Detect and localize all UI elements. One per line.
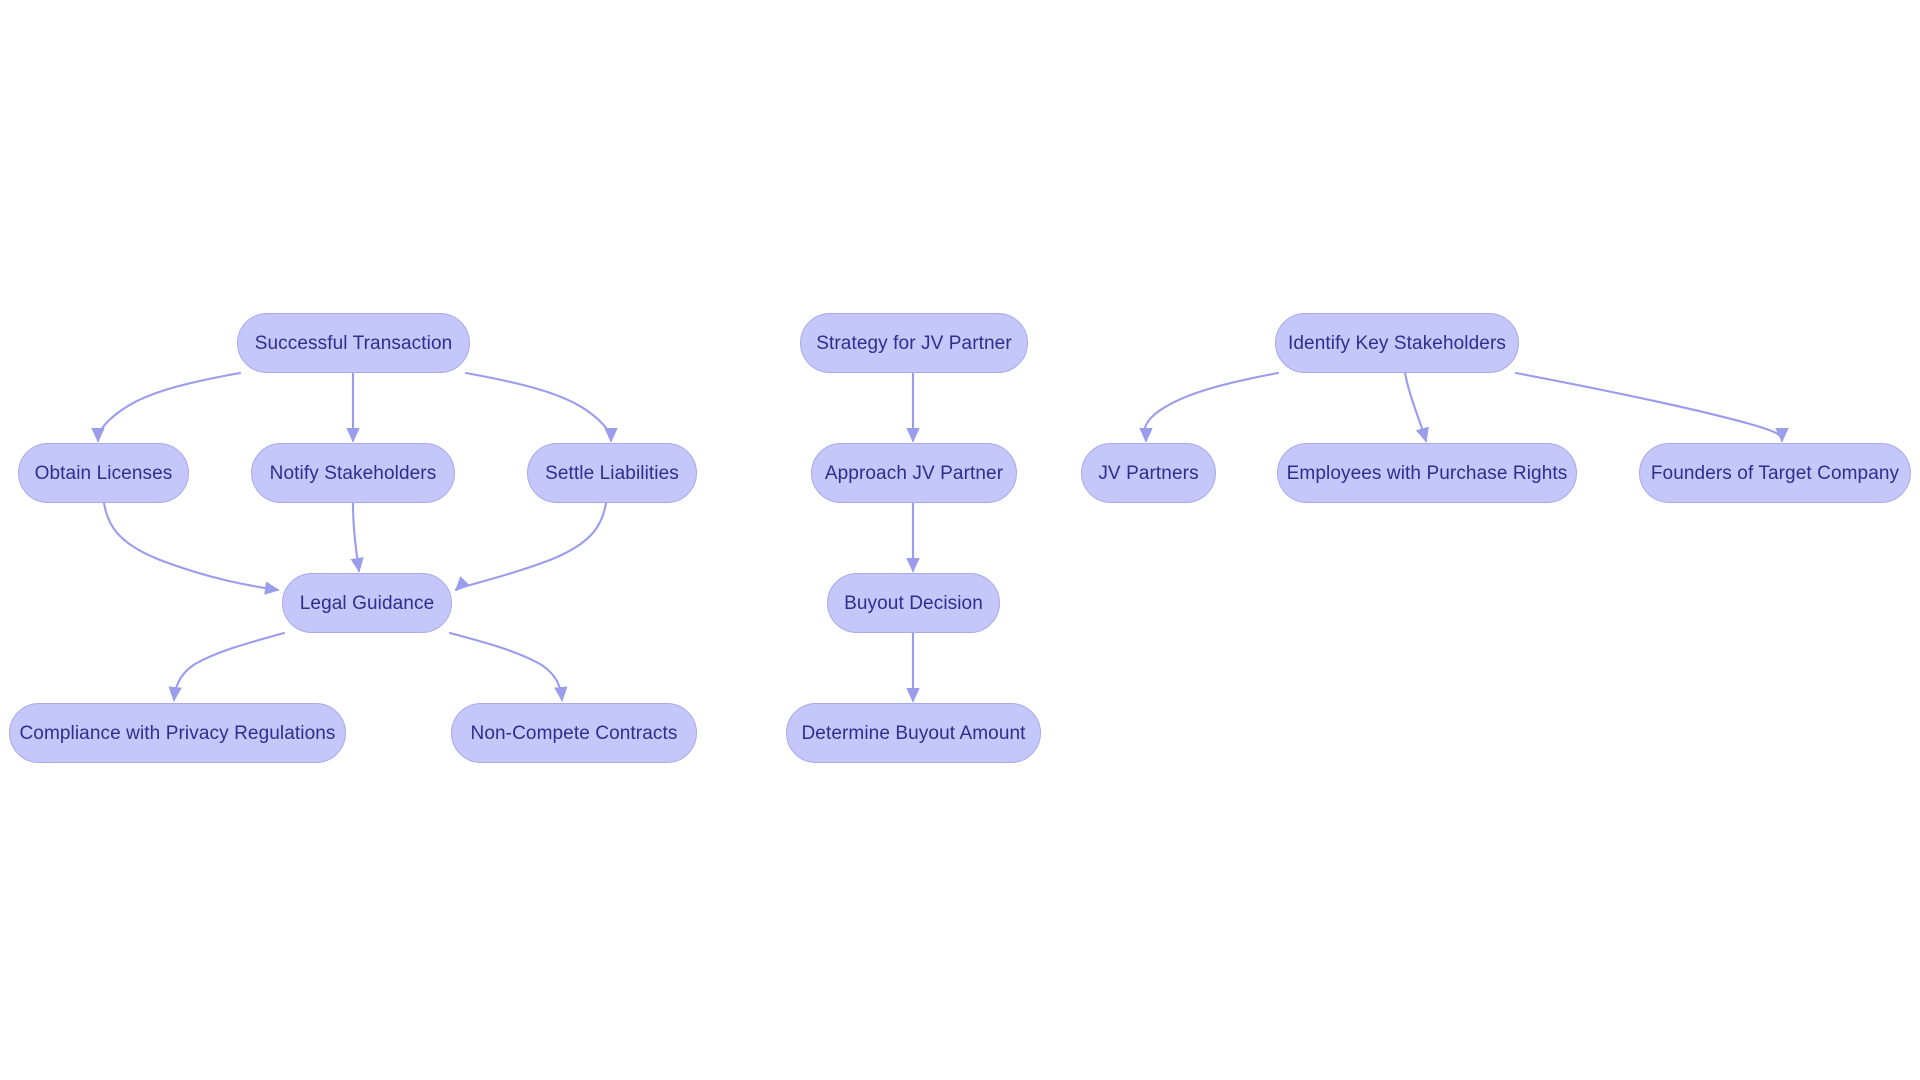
node-label: Legal Guidance	[299, 592, 435, 614]
node-founders-of-target-company[interactable]: Founders of Target Company	[1639, 443, 1911, 503]
edge-path-group	[91, 371, 1789, 703]
node-label: Buyout Decision	[844, 592, 983, 614]
node-label: Compliance with Privacy Regulations	[19, 722, 336, 744]
edge-obtain-licenses-to-legal-guidance	[102, 501, 280, 595]
flowchart-canvas: Successful Transaction Obtain Licenses Not…	[0, 0, 1920, 1080]
node-successful-transaction[interactable]: Successful Transaction	[237, 313, 470, 373]
node-obtain-licenses[interactable]: Obtain Licenses	[18, 443, 189, 503]
edge-identify-to-jv-partners	[1139, 371, 1280, 443]
node-label: Approach JV Partner	[824, 462, 1004, 484]
node-approach-jv-partner[interactable]: Approach JV Partner	[811, 443, 1017, 503]
edge-layer	[91, 371, 1789, 703]
node-label: Non-Compete Contracts	[470, 722, 678, 744]
edge-successful-transaction-to-settle-liabilities	[464, 371, 618, 443]
node-label: Founders of Target Company	[1650, 462, 1900, 484]
edge-notify-stakeholders-to-legal-guidance	[350, 501, 364, 573]
node-label: Employees with Purchase Rights	[1286, 462, 1568, 484]
edge-legal-guidance-to-non-compete-contracts	[448, 631, 568, 702]
node-label: Notify Stakeholders	[269, 462, 437, 484]
node-settle-liabilities[interactable]: Settle Liabilities	[527, 443, 697, 503]
node-identify-key-stakeholders[interactable]: Identify Key Stakeholders	[1275, 313, 1519, 373]
node-employees-with-purchase-rights[interactable]: Employees with Purchase Rights	[1277, 443, 1577, 503]
node-label: Settle Liabilities	[545, 462, 679, 484]
node-label: Identify Key Stakeholders	[1288, 332, 1506, 354]
node-label: Determine Buyout Amount	[801, 722, 1026, 744]
node-label: Strategy for JV Partner	[816, 332, 1012, 354]
node-legal-guidance[interactable]: Legal Guidance	[282, 573, 452, 633]
edge-successful-transaction-to-obtain-licenses	[91, 371, 242, 443]
node-jv-partners[interactable]: JV Partners	[1081, 443, 1216, 503]
edge-settle-liabilities-to-legal-guidance	[454, 501, 608, 592]
edge-identify-to-founders	[1514, 371, 1789, 443]
node-non-compete-contracts[interactable]: Non-Compete Contracts	[451, 703, 697, 763]
node-label: Successful Transaction	[254, 332, 453, 354]
node-label: JV Partners	[1098, 462, 1199, 484]
node-determine-buyout-amount[interactable]: Determine Buyout Amount	[786, 703, 1041, 763]
node-strategy-for-jv-partner[interactable]: Strategy for JV Partner	[800, 313, 1028, 373]
node-compliance-with-privacy-regulations[interactable]: Compliance with Privacy Regulations	[9, 703, 346, 763]
edge-identify-to-employees	[1403, 371, 1429, 443]
node-label: Obtain Licenses	[34, 462, 173, 484]
node-notify-stakeholders[interactable]: Notify Stakeholders	[251, 443, 455, 503]
node-buyout-decision[interactable]: Buyout Decision	[827, 573, 1000, 633]
edge-legal-guidance-to-compliance-with-privacy-regulations	[168, 631, 286, 702]
